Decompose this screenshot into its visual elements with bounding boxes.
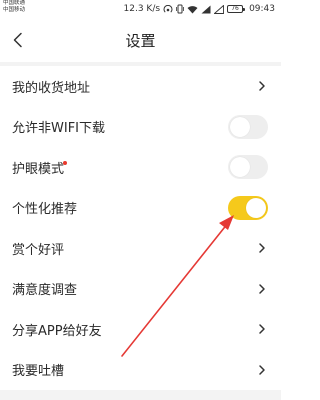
setting-label: 允许非WIFI下载 <box>12 121 105 137</box>
new-badge-dot <box>63 161 67 165</box>
chevron-right-icon <box>259 365 265 375</box>
chevron-right-icon <box>259 324 265 334</box>
toggle-knob <box>230 116 250 137</box>
vibrate-icon <box>176 4 184 14</box>
chevron-right-icon <box>259 81 265 91</box>
setting-non-wifi-download: 允许非WIFI下载 <box>0 107 281 148</box>
clock: 09:43 <box>249 4 275 14</box>
setting-label: 我的收货地址 <box>12 80 91 96</box>
chevron-right-icon <box>259 284 265 294</box>
non-wifi-download-toggle[interactable] <box>228 114 268 139</box>
setting-share-app[interactable]: 分享APP给好友 <box>0 309 281 350</box>
nav-bar: 设置 <box>0 18 281 62</box>
personalized-recommendation-toggle[interactable] <box>228 195 268 220</box>
setting-label: 护眼模式 <box>12 161 65 177</box>
chevron-right-icon <box>259 243 265 253</box>
setting-feedback[interactable]: 我要吐槽 <box>0 350 281 391</box>
signal-icon <box>201 5 211 14</box>
setting-shipping-address[interactable]: 我的收货地址 <box>0 66 281 107</box>
setting-satisfaction-survey[interactable]: 满意度调查 <box>0 269 281 310</box>
toggle-knob <box>230 157 250 178</box>
page-title: 设置 <box>125 32 156 50</box>
carrier-2: 中国移动 <box>3 6 26 13</box>
status-indicators: 12.3 K/s 76 09:43 <box>124 3 275 15</box>
setting-label: 分享APP给好友 <box>12 323 102 339</box>
setting-label: 满意度调查 <box>12 283 78 299</box>
setting-personalized-recommendation: 个性化推荐 <box>0 188 281 229</box>
hotspot-icon <box>163 4 173 14</box>
setting-rate-app[interactable]: 赏个好评 <box>0 228 281 269</box>
setting-label: 赏个好评 <box>12 242 65 258</box>
network-speed: 12.3 K/s <box>123 4 161 14</box>
bottom-divider <box>0 390 281 400</box>
setting-label: 我要吐槽 <box>12 364 65 380</box>
wifi-icon <box>187 5 198 14</box>
status-bar: 中国联通 中国移动 12.3 K/s 76 09:43 <box>0 0 281 18</box>
setting-eye-protection: 护眼模式 <box>0 147 281 188</box>
signal-icon-2 <box>214 4 225 14</box>
setting-label: 个性化推荐 <box>12 202 78 218</box>
carrier-info: 中国联通 中国移动 <box>3 0 25 13</box>
eye-protection-toggle[interactable] <box>228 155 268 180</box>
battery-icon: 76 <box>227 5 246 13</box>
carrier-1: 中国联通 <box>3 0 26 6</box>
settings-list: 我的收货地址 允许非WIFI下载 护眼模式 个性化推荐 赏个好评 满意度调查 分… <box>0 66 281 390</box>
toggle-knob <box>246 197 266 218</box>
